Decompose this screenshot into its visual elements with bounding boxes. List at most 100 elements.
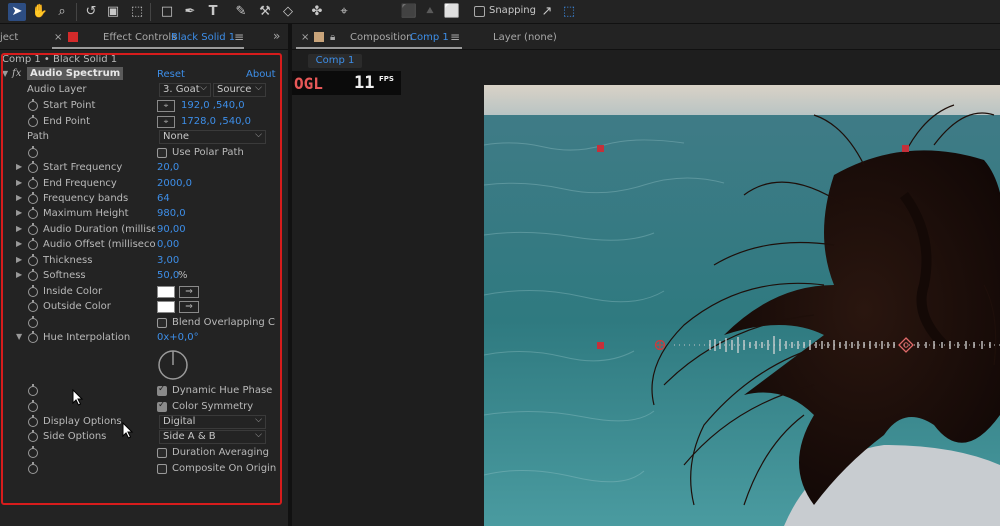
snapping-checkbox[interactable] — [474, 6, 485, 17]
twirl-right-icon[interactable]: ▶ — [16, 162, 22, 171]
local-axis-icon[interactable]: ⬛ — [400, 3, 418, 21]
twirl-right-icon[interactable]: ▶ — [16, 255, 22, 264]
eyedropper-icon[interactable]: ⇒ — [179, 286, 199, 298]
audio-layer-dropdown[interactable]: 3. Goat — [159, 82, 211, 97]
tab-layer[interactable]: Layer (none) — [493, 32, 557, 43]
view-axis-icon[interactable]: ⬜ — [443, 3, 461, 21]
roto-brush-tool-icon[interactable]: ✤ — [308, 3, 326, 21]
path-dropdown[interactable]: None — [159, 129, 266, 144]
stopwatch-icon[interactable] — [28, 331, 38, 343]
panel-menu-icon[interactable]: ≡ — [450, 30, 460, 44]
camera-tool-icon[interactable]: ▣ — [104, 3, 122, 21]
layer-bounding-handle[interactable] — [597, 342, 604, 349]
twirl-right-icon[interactable]: ▶ — [16, 193, 22, 202]
tab-effect-controls[interactable]: Effect Controls — [103, 32, 176, 43]
tab-project[interactable]: ject — [0, 32, 18, 43]
tab-composition[interactable]: Composition — [350, 32, 412, 43]
close-icon[interactable]: × — [301, 32, 309, 43]
composition-name[interactable]: Comp 1 — [410, 32, 449, 43]
display-options-dropdown[interactable]: Digital — [159, 414, 266, 429]
audio-offset-value[interactable]: 0,00 — [157, 239, 179, 250]
puppet-pin-tool-icon[interactable]: ⌖ — [335, 3, 353, 21]
twirl-right-icon[interactable]: ▶ — [16, 224, 22, 233]
lock-icon[interactable]: 🔒︎ — [330, 32, 335, 43]
stopwatch-icon[interactable] — [28, 177, 38, 189]
thickness-value[interactable]: 3,00 — [157, 255, 179, 266]
layer-bounding-handle[interactable] — [902, 145, 909, 152]
snap-edges-icon[interactable]: ↗ — [538, 3, 556, 21]
stopwatch-icon[interactable] — [28, 285, 38, 297]
hand-tool-icon[interactable]: ✋ — [31, 3, 49, 21]
eraser-tool-icon[interactable]: ◇ — [279, 3, 297, 21]
outside-color-swatch[interactable] — [157, 301, 175, 313]
eyedropper-icon[interactable]: ⇒ — [179, 301, 199, 313]
stopwatch-icon[interactable] — [28, 400, 38, 412]
overflow-icon[interactable]: » — [273, 29, 280, 43]
rectangle-tool-icon[interactable]: □ — [158, 3, 176, 21]
composite-on-original-checkbox[interactable] — [157, 464, 167, 474]
fx-icon[interactable]: fx — [12, 68, 21, 79]
stopwatch-icon[interactable] — [28, 207, 38, 219]
selection-tool-icon[interactable]: ➤ — [8, 3, 26, 21]
twirl-right-icon[interactable]: ▶ — [16, 208, 22, 217]
crosshair-icon[interactable]: ⌖ — [157, 100, 175, 112]
use-polar-path-checkbox[interactable] — [157, 148, 167, 158]
snap-features-icon[interactable]: ⬚ — [560, 3, 578, 21]
panel-menu-icon[interactable]: ≡ — [234, 30, 244, 44]
stopwatch-icon[interactable] — [28, 238, 38, 250]
dynamic-hue-phase-checkbox[interactable] — [157, 384, 167, 396]
stopwatch-icon[interactable] — [28, 161, 38, 173]
about-link[interactable]: About — [246, 69, 276, 80]
stopwatch-icon[interactable] — [28, 384, 38, 396]
type-tool-icon[interactable]: T — [204, 3, 222, 21]
stopwatch-icon[interactable] — [28, 146, 38, 158]
start-point-value[interactable]: 192,0 ,540,0 — [181, 100, 245, 111]
hue-angle-dial[interactable] — [156, 348, 190, 382]
twirl-right-icon[interactable]: ▶ — [16, 178, 22, 187]
pen-tool-icon[interactable]: ✒ — [181, 3, 199, 21]
maximum-height-value[interactable]: 980,0 — [157, 208, 186, 219]
end-point-value[interactable]: 1728,0 ,540,0 — [181, 116, 251, 127]
reset-link[interactable]: Reset — [157, 69, 185, 80]
stopwatch-icon[interactable] — [28, 300, 38, 312]
end-frequency-value[interactable]: 2000,0 — [157, 178, 192, 189]
frequency-bands-value[interactable]: 64 — [157, 193, 170, 204]
twirl-right-icon[interactable]: ▶ — [16, 239, 22, 248]
stopwatch-icon[interactable] — [28, 99, 38, 111]
effect-controls-layer-name[interactable]: Black Solid 1 — [171, 32, 235, 43]
rotate-tool-icon[interactable]: ↺ — [82, 3, 100, 21]
inside-color-swatch[interactable] — [157, 286, 175, 298]
side-options-dropdown[interactable]: Side A & B — [159, 429, 266, 444]
blend-overlapping-checkbox[interactable] — [157, 318, 167, 328]
brush-tool-icon[interactable]: ✎ — [232, 3, 250, 21]
stopwatch-icon[interactable] — [28, 415, 38, 427]
twirl-right-icon[interactable]: ▶ — [16, 270, 22, 279]
comp-breadcrumb-tab[interactable]: Comp 1 — [308, 54, 362, 68]
stopwatch-icon[interactable] — [28, 430, 38, 442]
start-frequency-value[interactable]: 20,0 — [157, 162, 179, 173]
audio-layer-source-dropdown[interactable]: Source — [213, 82, 266, 97]
stopwatch-icon[interactable] — [28, 269, 38, 281]
twirl-down-icon[interactable]: ▼ — [2, 69, 8, 78]
stopwatch-icon[interactable] — [28, 462, 38, 474]
composition-canvas[interactable] — [484, 85, 1000, 526]
layer-bounding-handle[interactable] — [597, 145, 604, 152]
stopwatch-icon[interactable] — [28, 316, 38, 328]
audio-duration-value[interactable]: 90,00 — [157, 224, 186, 235]
stopwatch-icon[interactable] — [28, 254, 38, 266]
softness-value[interactable]: 50,0 — [157, 270, 179, 281]
clone-stamp-tool-icon[interactable]: ⚒ — [256, 3, 274, 21]
twirl-down-icon[interactable]: ▼ — [16, 332, 22, 341]
start-point-crosshair-icon[interactable] — [654, 339, 666, 351]
pan-behind-tool-icon[interactable]: ⬚ — [128, 3, 146, 21]
close-icon[interactable]: × — [54, 32, 62, 43]
stopwatch-icon[interactable] — [28, 223, 38, 235]
duration-averaging-checkbox[interactable] — [157, 448, 167, 458]
stopwatch-icon[interactable] — [28, 115, 38, 127]
zoom-tool-icon[interactable]: ⌕ — [53, 3, 71, 21]
hue-interpolation-value[interactable]: 0x+0,0° — [157, 332, 199, 343]
color-symmetry-checkbox[interactable] — [157, 400, 167, 412]
stopwatch-icon[interactable] — [28, 446, 38, 458]
world-axis-icon[interactable]: ⯅ — [421, 3, 439, 21]
crosshair-icon[interactable]: ⌖ — [157, 116, 175, 128]
